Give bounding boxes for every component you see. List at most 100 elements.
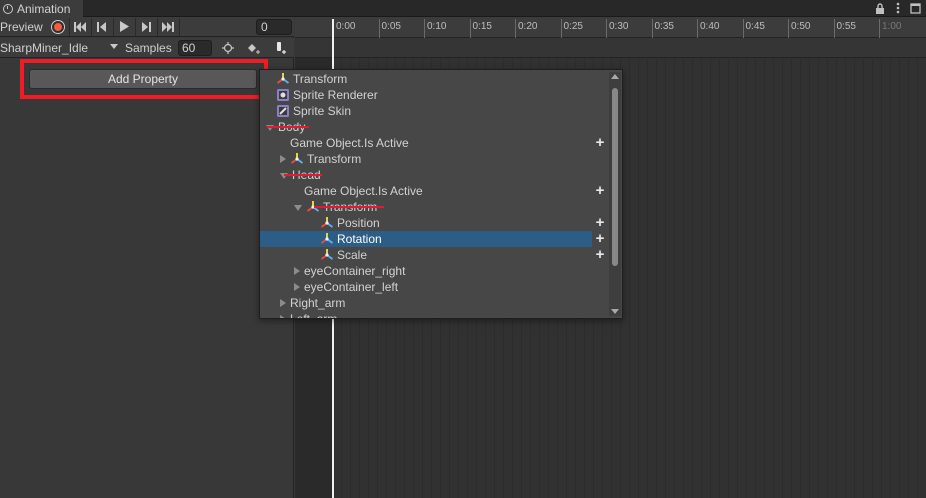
property-label: Rotation bbox=[337, 232, 382, 246]
collapse-arrow-icon[interactable] bbox=[294, 205, 302, 211]
clip-selector[interactable]: SharpMiner_Idle bbox=[0, 38, 122, 58]
samples-label: Samples bbox=[125, 41, 172, 55]
ruler-tick-label: 0:20 bbox=[518, 21, 538, 32]
property-row[interactable]: Position bbox=[260, 215, 592, 231]
add-property-dropdown: TransformSprite RendererSprite SkinBodyG… bbox=[259, 69, 623, 319]
property-label: Right_arm bbox=[290, 296, 346, 310]
ruler-tick-line bbox=[378, 19, 380, 38]
record-button[interactable] bbox=[48, 17, 70, 36]
annotation-highlight-box bbox=[20, 59, 268, 99]
ruler-tick-label: 0:45 bbox=[745, 21, 765, 32]
ruler-tick-line bbox=[788, 19, 789, 38]
add-event-button[interactable] bbox=[270, 39, 292, 57]
property-row[interactable]: Game Object.Is Active bbox=[260, 183, 592, 199]
property-row[interactable]: Transform bbox=[260, 71, 592, 87]
ruler-tick-line bbox=[879, 19, 880, 38]
clip-toolbar: SharpMiner_Idle Samples 60 bbox=[0, 38, 294, 58]
crosshair-icon bbox=[222, 42, 234, 54]
expand-arrow-icon[interactable] bbox=[280, 155, 286, 163]
property-row[interactable]: Transform bbox=[260, 199, 592, 215]
add-property-plus-icon[interactable]: + bbox=[593, 183, 607, 198]
window-tab-bar: Animation bbox=[0, 0, 926, 17]
ruler-tick-line bbox=[515, 19, 516, 38]
property-label: Sprite Renderer bbox=[293, 88, 378, 102]
property-row[interactable]: Left_arm bbox=[260, 311, 592, 318]
play-icon bbox=[119, 21, 129, 32]
more-options-icon[interactable] bbox=[892, 2, 904, 14]
add-property-plus-icon[interactable]: + bbox=[593, 231, 607, 246]
record-icon bbox=[52, 20, 65, 33]
ruler-tick-line bbox=[697, 19, 698, 38]
ruler-tick-label: 0:00 bbox=[336, 21, 356, 32]
last-keyframe-button[interactable] bbox=[158, 17, 180, 36]
property-row[interactable]: Transform bbox=[260, 151, 592, 167]
transform-icon bbox=[320, 248, 334, 262]
property-row[interactable]: Game Object.Is Active bbox=[260, 135, 592, 151]
property-label: Transform bbox=[293, 72, 348, 86]
property-label: Position bbox=[337, 216, 380, 230]
dropdown-scrollbar[interactable] bbox=[609, 72, 621, 316]
annotation-underline bbox=[314, 206, 384, 208]
annotation-underline bbox=[284, 174, 322, 176]
property-label: Game Object.Is Active bbox=[290, 136, 409, 150]
add-keyframe-button[interactable] bbox=[243, 39, 265, 57]
expand-arrow-icon[interactable] bbox=[294, 283, 300, 291]
transform-icon bbox=[290, 152, 304, 166]
property-row[interactable]: Sprite Renderer bbox=[260, 87, 592, 103]
ruler-tick-label: 0:50 bbox=[791, 21, 811, 32]
transform-icon bbox=[320, 232, 334, 246]
transform-icon bbox=[276, 72, 290, 86]
animation-tab-label: Animation bbox=[17, 1, 71, 16]
ruler-tick-label: 0:25 bbox=[563, 21, 583, 32]
add-property-plus-icon[interactable]: + bbox=[593, 135, 607, 150]
expand-arrow-icon[interactable] bbox=[280, 299, 286, 307]
ruler-tick-label: 0:10 bbox=[427, 21, 447, 32]
property-label: Transform bbox=[307, 152, 362, 166]
scroll-thumb[interactable] bbox=[612, 88, 618, 266]
ruler-tick-line bbox=[424, 19, 425, 38]
first-keyframe-button[interactable] bbox=[70, 17, 92, 36]
ruler-tick-line bbox=[560, 19, 562, 38]
next-keyframe-icon bbox=[142, 21, 152, 32]
ruler-tick-line bbox=[606, 19, 607, 38]
property-row[interactable]: eyeContainer_right bbox=[260, 263, 592, 279]
play-button[interactable] bbox=[114, 17, 136, 36]
samples-field[interactable]: 60 bbox=[178, 40, 212, 56]
sprite-renderer-icon bbox=[276, 88, 290, 102]
last-keyframe-icon bbox=[162, 21, 175, 32]
add-property-plus-icon[interactable]: + bbox=[593, 247, 607, 262]
left-panel: Preview 0 SharpMiner_Idle Samples 60 Add… bbox=[0, 17, 294, 498]
ruler-tick-label: 0:55 bbox=[836, 21, 856, 32]
property-row[interactable]: Right_arm bbox=[260, 295, 592, 311]
maximize-icon[interactable] bbox=[909, 2, 921, 14]
expand-arrow-icon[interactable] bbox=[294, 267, 300, 275]
key-selected-button[interactable] bbox=[217, 39, 239, 57]
current-frame-field[interactable]: 0 bbox=[256, 19, 292, 35]
property-row[interactable]: Sprite Skin bbox=[260, 103, 592, 119]
next-keyframe-button[interactable] bbox=[136, 17, 158, 36]
ruler-tick-label: 1:00 bbox=[882, 21, 902, 32]
property-row[interactable]: eyeContainer_left bbox=[260, 279, 592, 295]
ruler-tick-label: 0:05 bbox=[381, 21, 401, 32]
add-event-icon bbox=[277, 42, 286, 54]
event-ruler[interactable] bbox=[295, 38, 926, 58]
expand-arrow-icon[interactable] bbox=[280, 315, 286, 318]
property-row[interactable]: Body bbox=[260, 119, 592, 135]
property-row[interactable]: Scale bbox=[260, 247, 592, 263]
previous-keyframe-icon bbox=[97, 21, 107, 32]
add-property-plus-icon[interactable]: + bbox=[593, 215, 607, 230]
scroll-up-icon[interactable] bbox=[611, 74, 619, 79]
ruler-tick-label: 0:35 bbox=[654, 21, 674, 32]
property-row[interactable]: Rotation bbox=[260, 231, 592, 247]
animation-tab[interactable]: Animation bbox=[0, 0, 83, 17]
transform-icon bbox=[320, 216, 334, 230]
preview-button[interactable]: Preview bbox=[0, 20, 43, 34]
property-label: Game Object.Is Active bbox=[304, 184, 423, 198]
previous-keyframe-button[interactable] bbox=[92, 17, 114, 36]
time-ruler[interactable]: 0:00 0:05 0:10 0:15 0:20 0:25 0:30 0:35 0:40 0:45… bbox=[295, 17, 926, 38]
ruler-tick-line bbox=[833, 19, 835, 38]
property-label: eyeContainer_left bbox=[304, 280, 399, 294]
scroll-down-icon[interactable] bbox=[611, 309, 619, 314]
ruler-tick-line bbox=[469, 19, 471, 38]
lock-icon[interactable] bbox=[874, 2, 886, 14]
